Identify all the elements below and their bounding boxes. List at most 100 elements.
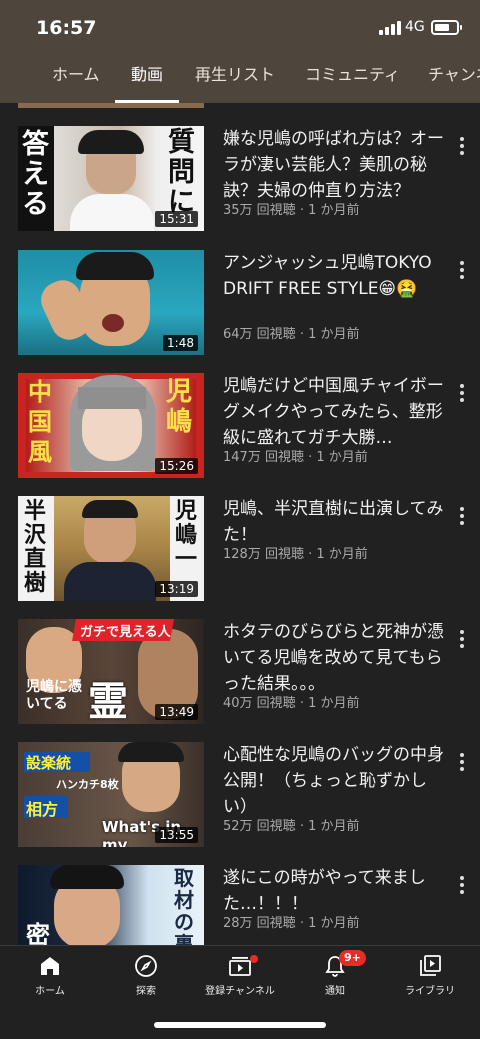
nav-label: ライブラリ [405, 986, 455, 997]
video-age: 1 か月前 [316, 450, 368, 465]
video-age: 1 か月前 [308, 203, 360, 218]
library-icon [420, 955, 441, 976]
new-content-dot [250, 955, 258, 963]
video-duration: 13:55 [155, 827, 198, 843]
video-age: 1 か月前 [308, 327, 360, 342]
nav-library[interactable]: ライブラリ [382, 954, 478, 1004]
video-views: 128万 回視聴 [223, 547, 304, 562]
video-thumbnail[interactable]: ガチで見える人 児嶋に憑いてる 霊 13:49 [18, 619, 204, 724]
thumb-caption: 答える [22, 129, 49, 220]
video-title[interactable]: 児嶋、半沢直樹に出演してみた！ [223, 496, 445, 574]
video-thumbnail[interactable]: 中国風 児嶋 15:26 [18, 373, 204, 478]
nav-label: 登録チャンネル [205, 986, 275, 997]
video-meta: 147万 回視聴 · 1 か月前 [223, 450, 368, 465]
partial-thumbnail [18, 103, 204, 108]
more-options-icon[interactable] [452, 260, 472, 280]
video-age: 1 か月前 [316, 547, 368, 562]
video-thumbnail[interactable]: 1:48 [18, 250, 204, 355]
video-title[interactable]: 嫌な児嶋の呼ばれ方は？オーラが凄い芸能人？美肌の秘訣？夫婦の仲直り方法？ [223, 126, 445, 204]
video-item[interactable]: 取材の裏 密 遂にこの時がやって来ました…！！！ 28万 回視聴 · 1 か月前 [0, 865, 480, 945]
video-meta: 52万 回視聴 · 1 か月前 [223, 819, 360, 834]
video-views: 28万 回視聴 [223, 916, 296, 931]
video-item[interactable]: 中国風 児嶋 15:26 児嶋だけど中国風チャイボーグメイクやってみたら、整形級… [0, 373, 480, 483]
thumb-caption: 児嶋 [166, 377, 193, 437]
nav-label: 通知 [325, 986, 345, 997]
nav-home[interactable]: ホーム [2, 954, 98, 1004]
channel-tabs: ホーム 動画 再生リスト コミュニティ チャンネ [0, 58, 480, 103]
thumb-caption: ハンカチ8枚 [56, 778, 119, 791]
video-views: 52万 回視聴 [223, 819, 296, 834]
video-duration: 15:31 [155, 211, 198, 227]
video-meta: 35万 回視聴 · 1 か月前 [223, 203, 360, 218]
video-duration: 13:49 [155, 704, 198, 720]
compass-icon [135, 955, 157, 977]
video-list: 答える 質問に 15:31 嫌な児嶋の呼ばれ方は？オーラが凄い芸能人？美肌の秘訣… [0, 103, 480, 945]
video-item[interactable]: 半沢直樹 児嶋一 13:19 児嶋、半沢直樹に出演してみた！ 128万 回視聴 … [0, 496, 480, 606]
nav-explore[interactable]: 探索 [98, 954, 194, 1004]
app-header: 16:57 4G ホーム 動画 再生リスト コミュニティ チャンネ [0, 0, 480, 103]
nav-notifications[interactable]: 9+ 通知 [287, 950, 383, 1004]
status-bar: 16:57 4G [0, 0, 480, 54]
nav-subscriptions[interactable]: 登録チャンネル [192, 954, 288, 1004]
video-duration: 1:48 [163, 335, 198, 351]
thumb-caption: 半沢直樹 [24, 499, 47, 596]
video-title[interactable]: 遂にこの時がやって来ました…！！！ [223, 865, 445, 917]
tab-home[interactable]: ホーム [52, 58, 100, 103]
video-views: 147万 回視聴 [223, 450, 304, 465]
thumb-caption: 霊 [88, 679, 128, 724]
video-age: 1 か月前 [308, 819, 360, 834]
video-title[interactable]: アンジャッシュ児嶋TOKYO DRIFT FREE STYLE😁🤮 [223, 250, 445, 328]
video-thumbnail[interactable]: 半沢直樹 児嶋一 13:19 [18, 496, 204, 601]
video-meta: 28万 回視聴 · 1 か月前 [223, 916, 360, 931]
tab-channels[interactable]: チャンネ [428, 58, 480, 103]
video-item[interactable]: 1:48 アンジャッシュ児嶋TOKYO DRIFT FREE STYLE😁🤮 6… [0, 250, 480, 360]
video-thumbnail[interactable]: 取材の裏 密 [18, 865, 204, 945]
video-views: 40万 回視聴 [223, 696, 296, 711]
more-options-icon[interactable] [452, 629, 472, 649]
video-thumbnail[interactable]: 設楽統 ハンカチ8枚 相方 What's in my 13:55 [18, 742, 204, 847]
thumb-caption: 中国風 [28, 378, 52, 466]
signal-icon [379, 21, 401, 35]
more-options-icon[interactable] [452, 383, 472, 403]
video-views: 64万 回視聴 [223, 327, 296, 342]
more-options-icon[interactable] [452, 875, 472, 895]
video-title[interactable]: 児嶋だけど中国風チャイボーグメイクやってみたら、整形級に盛れてガチ大勝… [223, 373, 445, 451]
subscriptions-icon [229, 957, 251, 976]
thumb-caption: 児嶋一 [175, 499, 198, 572]
video-thumbnail[interactable]: 答える 質問に 15:31 [18, 126, 204, 231]
thumb-caption: 密 [26, 921, 50, 945]
video-meta: 40万 回視聴 · 1 か月前 [223, 696, 360, 711]
more-options-icon[interactable] [452, 506, 472, 526]
video-item[interactable]: 設楽統 ハンカチ8枚 相方 What's in my 13:55 心配性な児嶋の… [0, 742, 480, 852]
nav-label: ホーム [35, 986, 65, 997]
video-duration: 15:26 [155, 458, 198, 474]
thumb-caption: ガチで見える人 [80, 625, 171, 640]
video-age: 1 か月前 [308, 916, 360, 931]
video-meta: 64万 回視聴 · 1 か月前 [223, 327, 360, 342]
thumb-caption: 相方 [26, 800, 59, 819]
status-time: 16:57 [36, 17, 97, 39]
more-options-icon[interactable] [452, 136, 472, 156]
more-options-icon[interactable] [452, 752, 472, 772]
video-title[interactable]: 心配性な児嶋のバッグの中身公開！（ちょっと恥ずかしい） [223, 742, 445, 820]
video-duration: 13:19 [155, 581, 198, 597]
video-item[interactable]: 答える 質問に 15:31 嫌な児嶋の呼ばれ方は？オーラが凄い芸能人？美肌の秘訣… [0, 126, 480, 236]
notification-badge: 9+ [339, 950, 366, 966]
tab-community[interactable]: コミュニティ [305, 58, 400, 103]
thumb-caption: 児嶋に憑いてる [26, 679, 82, 712]
thumb-caption: 質問に [168, 127, 195, 218]
tab-playlists[interactable]: 再生リスト [195, 58, 275, 103]
tab-videos[interactable]: 動画 [114, 58, 180, 103]
video-age: 1 か月前 [308, 696, 360, 711]
thumb-caption: 取材の裏 [174, 866, 194, 945]
video-meta: 128万 回視聴 · 1 か月前 [223, 547, 368, 562]
battery-icon [431, 20, 462, 35]
home-indicator [154, 1022, 326, 1028]
video-views: 35万 回視聴 [223, 203, 296, 218]
video-title[interactable]: ホタテのびらびらと死神が憑いてる児嶋を改めて見てもらった結果。。。 [223, 619, 445, 697]
network-label: 4G [405, 19, 425, 35]
thumb-caption: 設楽統 [26, 754, 72, 772]
nav-label: 探索 [136, 986, 156, 997]
video-item[interactable]: ガチで見える人 児嶋に憑いてる 霊 13:49 ホタテのびらびらと死神が憑いてる… [0, 619, 480, 729]
home-icon [41, 957, 59, 975]
